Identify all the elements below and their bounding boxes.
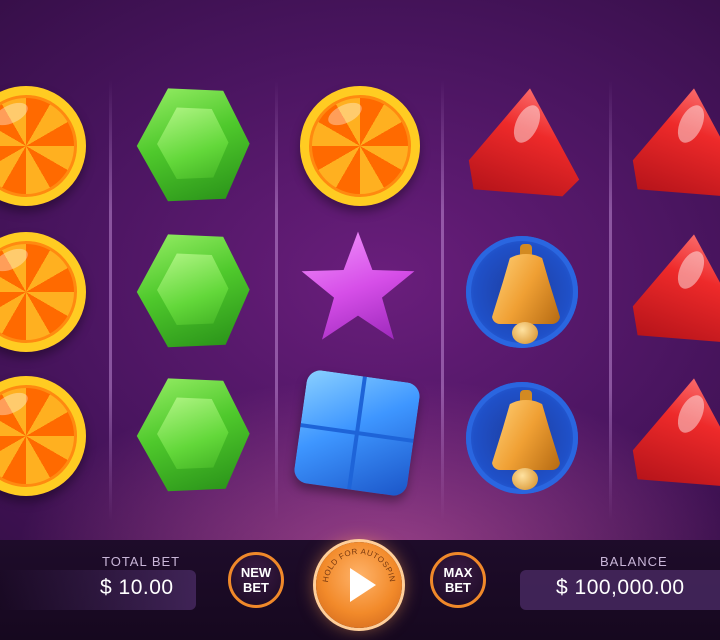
reel-divider	[441, 80, 444, 520]
max-bet-label-line1: MAX	[443, 565, 473, 580]
reel-divider	[275, 80, 278, 520]
reel-divider	[609, 80, 612, 520]
green-hexagon-gem-icon	[136, 88, 250, 202]
orange-candy-icon	[0, 232, 86, 352]
new-bet-label-line1: NEW	[240, 565, 272, 580]
purple-star-gem-icon	[301, 231, 415, 340]
spin-button[interactable]: HOLD FOR AUTOSPIN	[316, 542, 402, 628]
blue-square-gem-icon	[292, 368, 422, 498]
total-bet-label: TOTAL BET	[102, 554, 181, 569]
total-bet-value: $ 10.00	[100, 576, 174, 599]
green-hexagon-gem-icon	[136, 378, 250, 492]
red-triangle-gem-icon	[468, 88, 580, 197]
red-triangle-gem-icon	[632, 378, 720, 487]
green-hexagon-gem-icon	[136, 234, 250, 348]
max-bet-label-line2: BET	[445, 580, 471, 595]
orange-candy-icon	[0, 86, 86, 206]
balance-value: $ 100,000.00	[556, 576, 685, 599]
control-bar: TOTAL BET $ 10.00 NEW BET HOLD FOR AUTOS…	[0, 540, 720, 640]
reel-divider	[109, 80, 112, 520]
new-bet-button[interactable]: NEW BET	[228, 552, 284, 608]
golden-bell-icon	[466, 236, 578, 348]
max-bet-button[interactable]: MAX BET	[430, 552, 486, 608]
red-triangle-gem-icon	[632, 88, 720, 197]
play-icon	[350, 568, 376, 602]
balance-label: BALANCE	[600, 554, 668, 569]
orange-candy-icon	[300, 86, 420, 206]
new-bet-label-line2: BET	[243, 580, 269, 595]
golden-bell-icon	[466, 382, 578, 494]
slot-game: TOTAL BET $ 10.00 NEW BET HOLD FOR AUTOS…	[0, 0, 720, 640]
red-triangle-gem-icon	[632, 234, 720, 343]
orange-candy-icon	[0, 376, 86, 496]
